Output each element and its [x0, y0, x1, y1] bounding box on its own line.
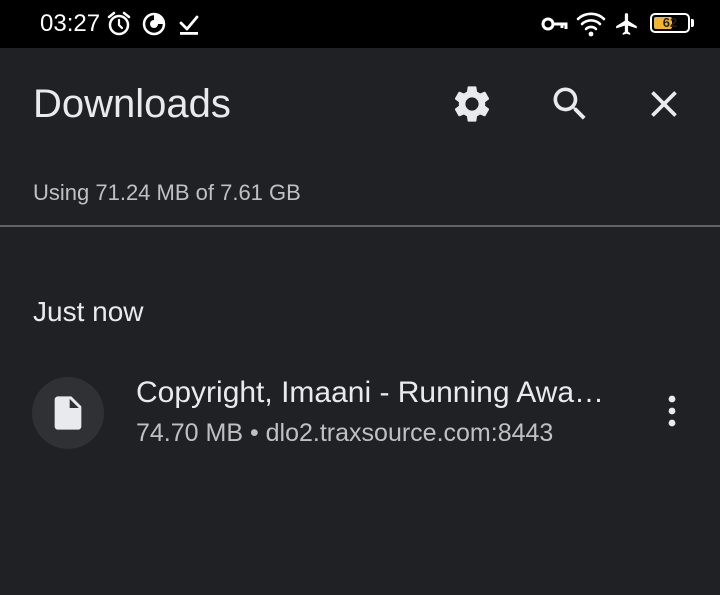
- close-button[interactable]: [640, 80, 688, 128]
- download-title: Copyright, Imaani - Running Awa…: [136, 376, 605, 409]
- more-vert-icon: [668, 395, 676, 427]
- storage-usage: Using 71.24 MB of 7.61 GB: [33, 180, 301, 205]
- status-bar: 03:27 62: [0, 0, 720, 48]
- search-button[interactable]: [546, 80, 594, 128]
- section-header: Just now: [33, 296, 144, 327]
- wifi-icon: [576, 12, 606, 37]
- search-icon: [553, 87, 586, 120]
- battery-percentage: 62: [662, 15, 678, 30]
- close-icon: [651, 91, 677, 117]
- vpn-key-icon: [541, 17, 568, 31]
- alarm-icon: [107, 11, 131, 36]
- download-item[interactable]: Copyright, Imaani - Running Awa… 74.70 M…: [0, 365, 720, 461]
- divider: [0, 225, 720, 227]
- more-options-button[interactable]: [648, 387, 696, 435]
- file-thumbnail: [32, 377, 104, 449]
- battery-icon: 62: [650, 13, 690, 33]
- file-icon: [54, 396, 82, 430]
- download-meta: 74.70 MB • dlo2.traxsource.com:8443: [136, 419, 554, 447]
- settings-button[interactable]: [448, 80, 496, 128]
- settings-icon: [454, 86, 490, 122]
- status-time: 03:27: [40, 10, 101, 37]
- battery-tip: [691, 19, 694, 27]
- airplane-icon: [616, 13, 637, 35]
- download-done-icon: [179, 15, 199, 35]
- page-title: Downloads: [33, 82, 231, 126]
- data-saver-icon: [142, 12, 166, 36]
